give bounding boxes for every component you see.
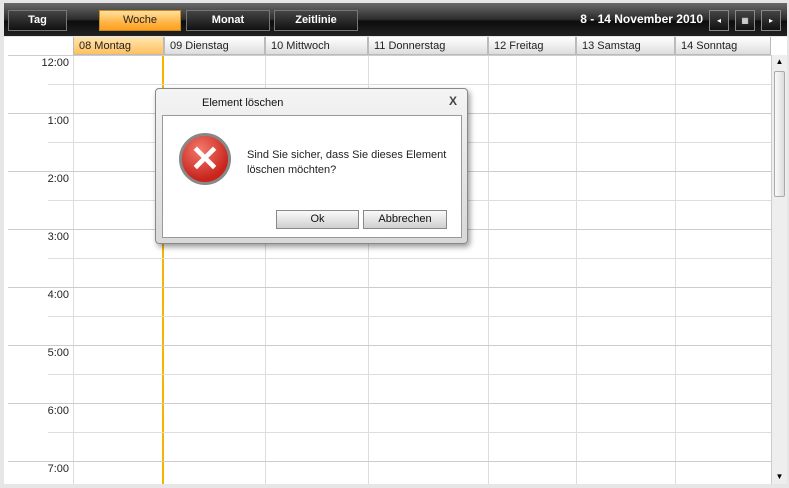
dialog-title: Element löschen [202, 97, 284, 109]
hour-line [8, 345, 771, 346]
day-header[interactable]: 09 Dienstag [164, 37, 265, 55]
view-day-button[interactable]: Tag [8, 10, 67, 31]
scroll-up-icon[interactable]: ▲ [772, 55, 787, 69]
hour-label: 5:00 [47, 347, 69, 359]
half-hour-line [48, 432, 771, 433]
hour-label: 12:00 [41, 57, 69, 69]
ok-button[interactable]: Ok [276, 210, 359, 229]
view-week-button[interactable]: Woche [99, 10, 181, 31]
date-range: 8 - 14 November 2010 [580, 12, 703, 26]
day-header[interactable]: 10 Mittwoch [265, 37, 368, 55]
prev-arrow-icon[interactable]: ◂ [709, 10, 729, 31]
scroll-down-icon[interactable]: ▼ [772, 470, 787, 484]
hour-label: 2:00 [47, 173, 69, 185]
half-hour-line [48, 84, 771, 85]
calendar-icon[interactable]: ▦ [735, 10, 755, 31]
toolbar: Tag Woche Monat Zeitlinie 8 - 14 Novembe… [4, 3, 787, 36]
half-hour-line [48, 258, 771, 259]
column-divider [488, 55, 489, 484]
error-icon: ✕ [179, 133, 231, 185]
hour-label: 4:00 [47, 289, 69, 301]
view-month-button[interactable]: Monat [186, 10, 270, 31]
hour-label: 7:00 [47, 463, 69, 475]
day-header[interactable]: 14 Sonntag [675, 37, 771, 55]
hour-line [8, 287, 771, 288]
column-divider [73, 55, 74, 484]
hour-line [8, 55, 771, 56]
column-divider [576, 55, 577, 484]
next-arrow-icon[interactable]: ▸ [761, 10, 781, 31]
delete-confirm-dialog: Element löschen X ✕ Sind Sie sicher, das… [155, 88, 468, 244]
hour-label: 1:00 [47, 115, 69, 127]
half-hour-line [48, 374, 771, 375]
close-icon[interactable]: X [449, 94, 457, 108]
day-header[interactable]: 08 Montag [73, 37, 164, 55]
scroll-thumb[interactable] [774, 71, 785, 197]
day-header[interactable]: 12 Freitag [488, 37, 576, 55]
cancel-button[interactable]: Abbrechen [363, 210, 447, 229]
view-timeline-button[interactable]: Zeitlinie [274, 10, 358, 31]
vertical-scrollbar[interactable]: ▲ ▼ [771, 55, 787, 484]
hour-line [8, 403, 771, 404]
half-hour-line [48, 316, 771, 317]
dialog-message: Sind Sie sicher, dass Sie dieses Element… [247, 149, 447, 176]
day-header[interactable]: 13 Samstag [576, 37, 675, 55]
day-header[interactable]: 11 Donnerstag [368, 37, 488, 55]
hour-line [8, 461, 771, 462]
column-divider [675, 55, 676, 484]
hour-label: 3:00 [47, 231, 69, 243]
hour-label: 6:00 [47, 405, 69, 417]
